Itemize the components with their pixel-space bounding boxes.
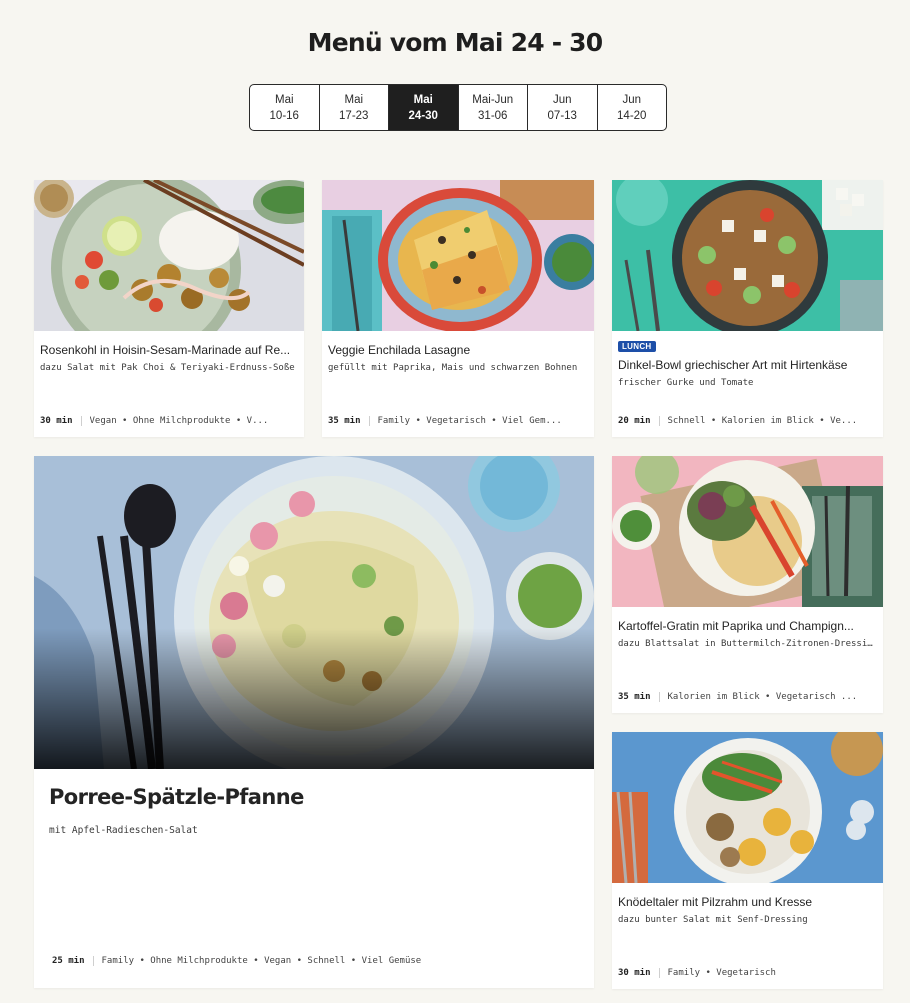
page-title: Menü vom Mai 24 - 30 — [307, 28, 604, 57]
recipe-card-dinkel[interactable]: LUNCH Dinkel-Bowl griechischer Art mit H… — [612, 180, 883, 437]
week-tab-range: 24-30 — [408, 109, 438, 122]
week-tab-month: Mai — [344, 93, 364, 106]
recipe-photo — [34, 456, 594, 769]
cook-time: 35 min — [618, 692, 660, 702]
recipe-tags: Family • Vegetarisch — [667, 968, 776, 978]
cook-time: 30 min — [40, 416, 82, 426]
week-tab-month: Mai — [413, 93, 433, 106]
recipe-meta: 35 min Family • Vegetarisch • Viel Gem..… — [328, 416, 588, 426]
recipe-tags: Schnell • Kalorien im Blick • Ve... — [667, 416, 858, 426]
recipe-photo — [612, 180, 883, 331]
recipe-photo — [612, 732, 883, 883]
recipe-subtitle: dazu Salat mit Pak Choi & Teriyaki-Erdnu… — [40, 363, 295, 373]
week-tab-month: Mai — [274, 93, 294, 106]
week-tab-jun-14-20[interactable]: Jun 14-20 — [598, 85, 667, 130]
recipe-card-porree-featured[interactable]: Porree-Spätzle-Pfanne mit Apfel-Radiesch… — [34, 456, 594, 988]
week-tab-month: Mai-Jun — [472, 93, 514, 106]
week-selector: Mai 10-16 Mai 17-23 Mai 24-30 Mai-Jun 31… — [249, 84, 667, 131]
recipe-subtitle: frischer Gurke und Tomate — [618, 378, 754, 388]
recipe-tags: Family • Vegetarisch • Viel Gem... — [377, 416, 562, 426]
recipe-meta: 30 min Vegan • Ohne Milchprodukte • V... — [40, 416, 298, 426]
week-tab-range: 10-16 — [269, 109, 299, 122]
recipe-title: Kartoffel-Gratin mit Paprika und Champig… — [618, 619, 854, 633]
recipe-meta: 20 min Schnell • Kalorien im Blick • Ve.… — [618, 416, 877, 426]
week-tab-jun-07-13[interactable]: Jun 07-13 — [528, 85, 598, 130]
recipe-tags: Vegan • Ohne Milchprodukte • V... — [89, 416, 269, 426]
recipe-tags: Family • Ohne Milchprodukte • Vegan • Sc… — [101, 956, 422, 966]
week-tab-range: 17-23 — [339, 109, 369, 122]
recipe-photo — [322, 180, 594, 331]
week-tab-range: 07-13 — [547, 109, 577, 122]
week-tab-range: 14-20 — [617, 109, 647, 122]
week-tab-mai-10-16[interactable]: Mai 10-16 — [250, 85, 320, 130]
cook-time: 20 min — [618, 416, 660, 426]
cook-time: 35 min — [328, 416, 370, 426]
recipe-card-kartoffel[interactable]: Kartoffel-Gratin mit Paprika und Champig… — [612, 456, 883, 713]
recipe-title: Knödeltaler mit Pilzrahm und Kresse — [618, 895, 813, 909]
recipe-card-knoedel[interactable]: Knödeltaler mit Pilzrahm und Kresse dazu… — [612, 732, 883, 989]
recipe-title: Porree-Spätzle-Pfanne — [49, 785, 304, 809]
recipe-subtitle: dazu Blattsalat in Buttermilch-Zitronen-… — [618, 639, 877, 649]
lunch-badge: LUNCH — [618, 341, 656, 352]
week-tab-mai-17-23[interactable]: Mai 17-23 — [320, 85, 389, 130]
recipe-meta: 30 min Family • Vegetarisch — [618, 968, 877, 978]
week-tab-range: 31-06 — [478, 109, 508, 122]
recipe-card-rosenkohl[interactable]: Rosenkohl in Hoisin-Sesam-Marinade auf R… — [34, 180, 304, 437]
recipe-meta: 35 min Kalorien im Blick • Vegetarisch .… — [618, 692, 877, 702]
week-tab-mai-24-30[interactable]: Mai 24-30 — [389, 85, 459, 130]
recipe-subtitle: dazu bunter Salat mit Senf-Dressing — [618, 915, 808, 925]
recipe-card-enchilada[interactable]: Veggie Enchilada Lasagne gefüllt mit Pap… — [322, 180, 594, 437]
cook-time: 30 min — [618, 968, 660, 978]
cook-time: 25 min — [52, 956, 94, 966]
week-tab-month: Jun — [552, 93, 572, 106]
recipe-photo — [34, 180, 304, 331]
week-tab-month: Jun — [622, 93, 642, 106]
recipe-subtitle: gefüllt mit Paprika, Mais und schwarzen … — [328, 363, 578, 373]
recipe-title: Dinkel-Bowl griechischer Art mit Hirtenk… — [618, 358, 848, 372]
recipe-title: Veggie Enchilada Lasagne — [328, 343, 471, 357]
recipe-meta: 25 min Family • Ohne Milchprodukte • Veg… — [52, 956, 588, 966]
week-tab-mai-jun-31-06[interactable]: Mai-Jun 31-06 — [459, 85, 528, 130]
recipe-photo — [612, 456, 883, 607]
recipe-title: Rosenkohl in Hoisin-Sesam-Marinade auf R… — [40, 343, 291, 357]
recipe-tags: Kalorien im Blick • Vegetarisch ... — [667, 692, 858, 702]
recipe-subtitle: mit Apfel-Radieschen-Salat — [49, 825, 198, 836]
